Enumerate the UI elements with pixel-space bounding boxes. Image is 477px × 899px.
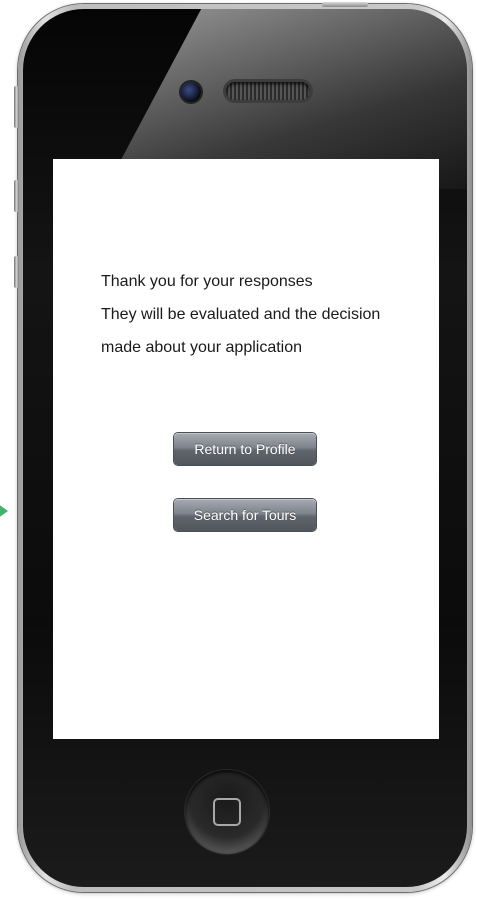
mute-switch [14,86,19,128]
volume-up-button [14,180,19,212]
connector-arrow-icon [0,498,8,524]
return-to-profile-button[interactable]: Return to Profile [174,433,316,465]
sleep-button [322,2,368,7]
camera-icon [181,82,201,102]
message-line-1: Thank you for your responses [101,273,313,290]
speaker-icon [226,82,310,100]
home-button[interactable] [185,770,269,854]
message-line-3: made about your application [101,339,303,356]
confirmation-message: Thank you for your responses They will b… [101,265,431,364]
volume-down-button [14,256,19,288]
app-screen: Thank you for your responses They will b… [53,159,439,739]
home-square-icon [213,798,241,826]
message-line-2: They will be evaluated and the decision [101,306,381,323]
search-for-tours-button[interactable]: Search for Tours [174,499,316,531]
